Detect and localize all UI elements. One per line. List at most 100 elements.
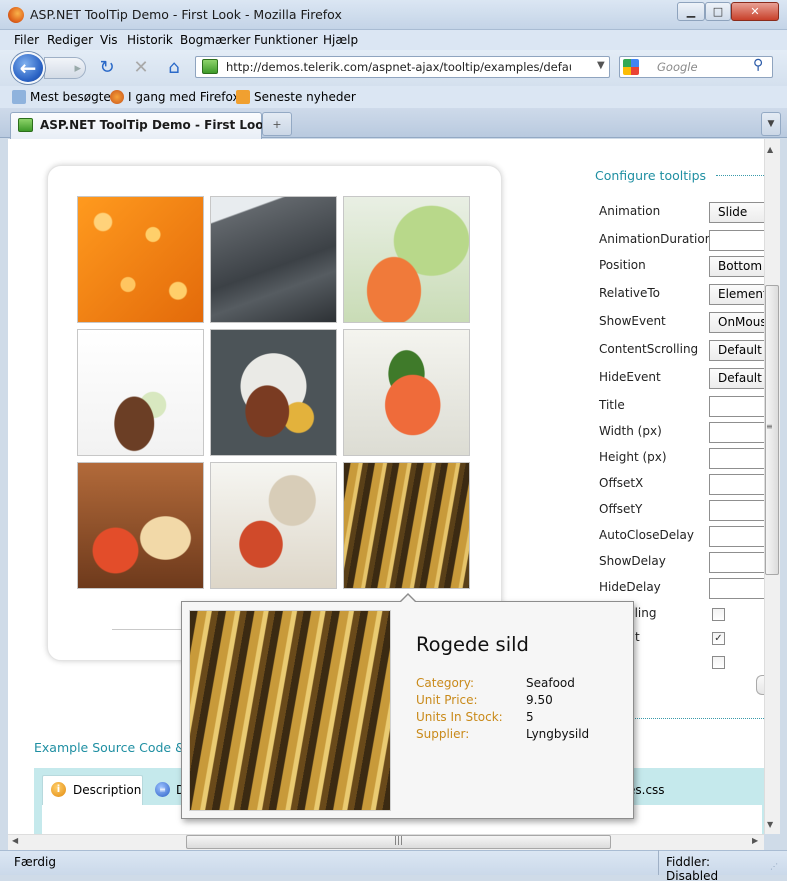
example-source-title: Example Source Code & [34, 740, 185, 755]
width-input[interactable] [709, 422, 764, 443]
config-label: Position [599, 258, 646, 272]
tab-label: ASP.NET ToolTip Demo - First Look [40, 118, 272, 132]
search-icon[interactable]: ⚲ [753, 57, 763, 73]
dark-stone-image[interactable] [210, 196, 337, 323]
title-input[interactable] [709, 396, 764, 417]
divider [112, 629, 182, 630]
menu-hjaelp[interactable]: Hjælp [323, 33, 358, 47]
height-input[interactable] [709, 448, 764, 469]
url-dropdown-icon[interactable]: ▼ [597, 60, 605, 71]
reload-icon[interactable]: ↻ [96, 56, 118, 78]
config-label: AnimationDuration [599, 232, 713, 246]
content-scrolling-select[interactable]: Default [709, 340, 764, 361]
menu-filer[interactable]: Filer [14, 33, 39, 47]
config-label: OffsetX [599, 476, 644, 490]
tooltip-field-value: Lyngbysild [526, 727, 590, 741]
tooltip-field-label: Unit Price: [416, 693, 478, 707]
mouse-trailing-checkbox[interactable] [712, 608, 725, 621]
tooltip-field-value: Seafood [526, 676, 575, 690]
home-icon[interactable]: ⌂ [163, 56, 185, 78]
scroll-up-icon[interactable]: ▲ [767, 145, 773, 154]
maximize-button[interactable]: □ [705, 2, 731, 21]
tooltip-product-image [189, 610, 391, 811]
salmon-roe-image[interactable] [77, 196, 204, 323]
hide-event-select[interactable]: Default [709, 368, 764, 389]
tab-list-button[interactable]: ▼ [761, 112, 781, 136]
firefox-icon [110, 90, 124, 104]
position-select[interactable]: Bottom [709, 256, 764, 277]
menu-vis[interactable]: Vis [100, 33, 118, 47]
scroll-right-icon[interactable]: ▶ [752, 836, 758, 845]
animation-duration-input[interactable] [709, 230, 764, 251]
scroll-left-icon[interactable]: ◀ [12, 836, 18, 845]
hide-delay-input[interactable] [709, 578, 764, 599]
clams-pasta-image[interactable] [210, 462, 337, 589]
window-frame [780, 139, 787, 850]
tooltip-field-label: Supplier: [416, 727, 470, 741]
scroll-down-icon[interactable]: ▼ [767, 820, 773, 829]
config-label: Title [599, 398, 625, 412]
show-callout-checkbox[interactable]: ✓ [712, 632, 725, 645]
bookmark-seneste-nyheder[interactable]: Seneste nyheder [236, 90, 356, 104]
offset-x-input[interactable] [709, 474, 764, 495]
menu-bar [0, 30, 787, 50]
menu-historik[interactable]: Historik [127, 33, 173, 47]
smoked-salmon-image[interactable] [343, 329, 470, 456]
menu-funktioner[interactable]: Funktioner [254, 33, 318, 47]
window-title: ASP.NET ToolTip Demo - First Look - Mozi… [30, 7, 342, 22]
search-input[interactable]: Google [657, 60, 698, 74]
option-checkbox[interactable] [712, 656, 725, 669]
tab-description-label[interactable]: Description [73, 783, 141, 797]
close-window-button[interactable]: ✕ [731, 2, 779, 21]
forward-arrow-icon: ▸ [74, 60, 81, 76]
list-icon: ≡ [155, 782, 170, 797]
status-text: Færdig [14, 855, 56, 869]
tooltip-field-label: Category: [416, 676, 474, 690]
menu-bogmaerker[interactable]: Bogmærker [180, 33, 250, 47]
config-label: HideEvent [599, 370, 661, 384]
offset-y-input[interactable] [709, 500, 764, 521]
resize-grip-icon[interactable]: ⋰ [770, 862, 778, 871]
config-title: Configure tooltips [595, 168, 707, 183]
duck-plate-image[interactable] [210, 329, 337, 456]
back-arrow-icon: ← [19, 56, 37, 80]
bookmark-i-gang[interactable]: I gang med Firefox [110, 90, 240, 104]
config-label: HideDelay [599, 580, 661, 594]
url-text[interactable]: http://demos.telerik.com/aspnet-ajax/too… [226, 60, 571, 74]
minimize-button[interactable]: ▁ [677, 2, 705, 21]
site-favicon-icon [202, 59, 218, 74]
smoked-herring-image[interactable] [343, 462, 470, 589]
config-label: Height (px) [599, 450, 667, 464]
animation-select[interactable]: Slide [709, 202, 764, 223]
new-tab-button[interactable]: + [262, 112, 292, 136]
config-label: OffsetY [599, 502, 643, 516]
stop-icon[interactable]: ✕ [130, 56, 152, 78]
tooltip-field-value: 9.50 [526, 693, 553, 707]
show-delay-input[interactable] [709, 552, 764, 573]
tooltip-field-label: Units In Stock: [416, 710, 503, 724]
tooltip-field-value: 5 [526, 710, 534, 724]
fiddler-status[interactable]: Fiddler: Disabled [658, 850, 765, 881]
auto-close-delay-input[interactable] [709, 526, 764, 547]
grip-icon: ≡ [766, 422, 773, 431]
forward-button[interactable]: ▸ [44, 57, 86, 79]
config-label: Width (px) [599, 424, 662, 438]
sushi-image[interactable] [77, 462, 204, 589]
salmon-cucumber-image[interactable] [343, 196, 470, 323]
config-label: ShowDelay [599, 554, 666, 568]
rss-icon [236, 90, 250, 104]
back-button[interactable]: ← [11, 52, 45, 84]
menu-rediger[interactable]: Rediger [47, 33, 93, 47]
bookmark-mest-besogte[interactable]: Mest besøgte [12, 90, 111, 104]
config-label: AutoCloseDelay [599, 528, 694, 542]
meat-garnish-image[interactable] [77, 329, 204, 456]
window-frame [0, 139, 8, 850]
search-engine-icon[interactable] [623, 59, 639, 75]
config-label: RelativeTo [599, 286, 661, 300]
info-icon: i [51, 782, 66, 797]
firefox-icon [8, 7, 24, 23]
bookmark-icon [12, 90, 26, 104]
show-event-select[interactable]: OnMouse [709, 312, 764, 333]
relative-to-select[interactable]: Element [709, 284, 764, 305]
tooltip-title: Rogede sild [416, 633, 529, 656]
